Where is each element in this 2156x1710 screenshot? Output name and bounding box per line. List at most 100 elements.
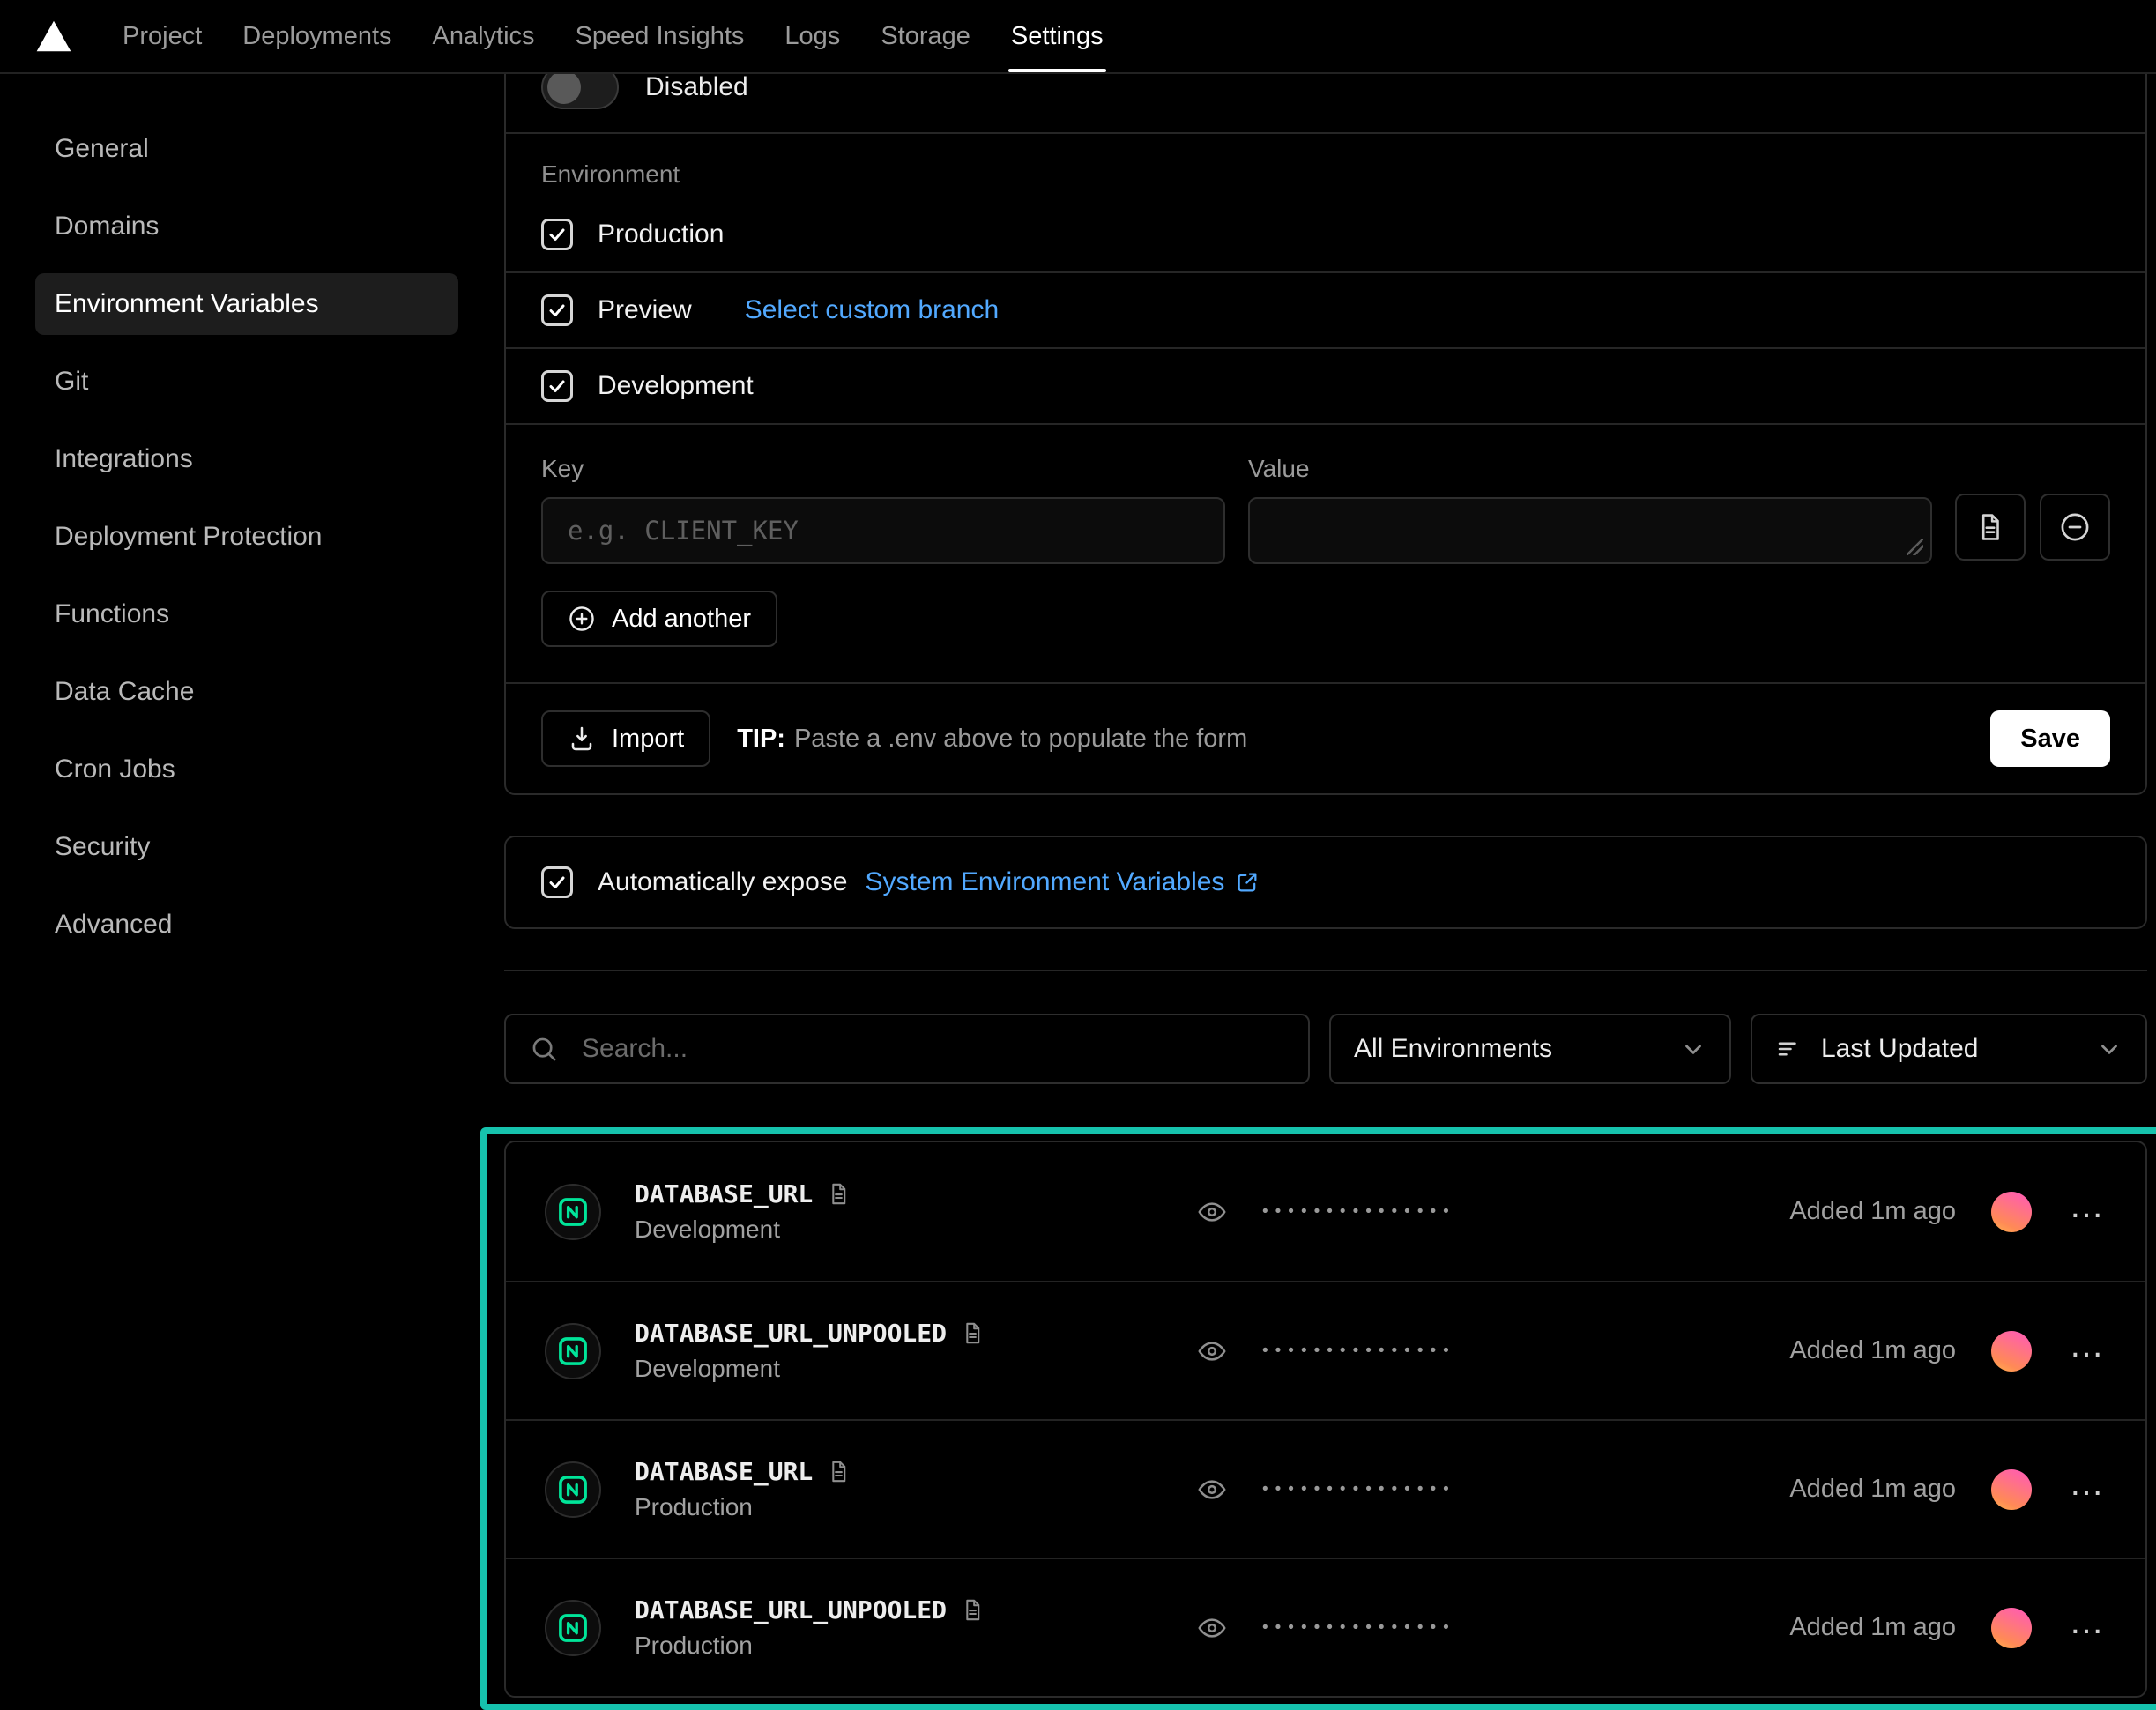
added-timestamp: Added 1m ago [1789,1336,1956,1365]
chevron-down-icon [1680,1036,1706,1062]
top-navigation: Project Deployments Analytics Speed Insi… [0,0,2156,74]
add-another-button[interactable]: Add another [541,591,777,647]
variable-environment: Production [635,1493,851,1521]
reveal-value-eye-icon[interactable] [1197,1475,1227,1505]
environments-filter-value: All Environments [1354,1034,1552,1064]
top-nav-tabs: Project Deployments Analytics Speed Insi… [102,0,1124,72]
system-env-expose-card: Automatically expose System Environment … [504,836,2147,929]
reveal-value-eye-icon[interactable] [1197,1613,1227,1643]
form-footer: Import TIP:Paste a .env above to populat… [506,684,2145,793]
neon-integration-icon [545,1323,601,1379]
variable-name: DATABASE_URL [635,1179,813,1208]
import-button[interactable]: Import [541,710,710,767]
sidebar-item-deployment-protection[interactable]: Deployment Protection [35,506,458,568]
added-timestamp: Added 1m ago [1789,1475,1956,1504]
development-label: Development [598,371,754,401]
sort-value: Last Updated [1821,1034,1978,1064]
sidebar-item-security[interactable]: Security [35,816,458,878]
vercel-logo-icon[interactable] [35,19,72,53]
key-input[interactable] [541,497,1225,564]
toggle-knob [547,71,581,104]
added-timestamp: Added 1m ago [1789,1197,1956,1226]
key-value-section: Key Value [506,425,2145,682]
variable-environment: Development [635,1355,985,1383]
remove-row-button[interactable] [2040,494,2110,561]
variable-environment: Development [635,1216,851,1244]
environment-section-label: Environment [506,134,2145,197]
plus-circle-icon [568,605,596,633]
note-file-icon [961,1321,985,1345]
expose-text: Automatically expose [598,867,847,897]
environment-option-preview: Preview Select custom branch [506,273,2145,347]
note-file-icon [961,1598,985,1622]
key-field-label: Key [541,455,1225,483]
external-link-icon [1235,870,1260,895]
preview-label: Preview [598,295,692,325]
nav-tab-logs[interactable]: Logs [764,0,860,72]
preview-checkbox[interactable] [541,294,573,326]
search-input[interactable] [504,1014,1310,1084]
development-checkbox[interactable] [541,370,573,402]
note-file-icon [827,1182,851,1206]
nav-tab-settings[interactable]: Settings [991,0,1124,72]
select-custom-branch-link[interactable]: Select custom branch [745,295,999,325]
masked-value: ••••••••••••••• [1262,1618,1456,1638]
sidebar-item-integrations[interactable]: Integrations [35,428,458,490]
nav-tab-analytics[interactable]: Analytics [413,0,555,72]
disabled-toggle-label: Disabled [645,72,748,102]
row-menu-button[interactable]: … [2069,1327,2107,1375]
paste-env-button[interactable] [1955,494,2026,561]
nav-tab-deployments[interactable]: Deployments [222,0,412,72]
settings-sidebar: General Domains Environment Variables Gi… [0,74,469,971]
sidebar-item-domains[interactable]: Domains [35,196,458,257]
sort-dropdown[interactable]: Last Updated [1751,1014,2147,1084]
nav-tab-project[interactable]: Project [102,0,222,72]
expose-system-env-checkbox[interactable] [541,866,573,898]
section-divider [504,970,2147,971]
user-avatar [1991,1192,2032,1232]
reveal-value-eye-icon[interactable] [1197,1197,1227,1227]
neon-integration-icon [545,1184,601,1240]
add-another-label: Add another [612,605,751,634]
import-download-icon [568,725,596,753]
sidebar-item-cron-jobs[interactable]: Cron Jobs [35,739,458,800]
nav-tab-speed-insights[interactable]: Speed Insights [555,0,765,72]
env-var-row: DATABASE_URL Production ••••••••••••••• … [506,1419,2145,1558]
neon-integration-icon [545,1461,601,1518]
sidebar-item-functions[interactable]: Functions [35,584,458,645]
environment-variables-list: DATABASE_URL Development •••••••••••••••… [504,1141,2147,1698]
env-var-row: DATABASE_URL_UNPOOLED Production •••••••… [506,1558,2145,1696]
sidebar-item-general[interactable]: General [35,118,458,180]
masked-value: ••••••••••••••• [1262,1480,1456,1499]
user-avatar [1991,1469,2032,1510]
variable-environment: Production [635,1632,985,1660]
production-checkbox[interactable] [541,219,573,250]
reveal-value-eye-icon[interactable] [1197,1336,1227,1366]
filter-row: All Environments Last Updated [504,1014,2147,1084]
note-file-icon [827,1460,851,1483]
row-menu-button[interactable]: … [2069,1466,2107,1513]
production-label: Production [598,219,724,249]
variable-name: DATABASE_URL_UNPOOLED [635,1595,947,1624]
sidebar-item-advanced[interactable]: Advanced [35,894,458,955]
environment-variables-panel: Disabled Environment Production Preview … [469,74,2156,1698]
user-avatar [1991,1608,2032,1648]
variable-name: DATABASE_URL_UNPOOLED [635,1319,947,1348]
save-button[interactable]: Save [1990,710,2110,767]
sidebar-item-data-cache[interactable]: Data Cache [35,661,458,723]
nav-tab-storage[interactable]: Storage [860,0,991,72]
neon-integration-icon [545,1600,601,1656]
system-env-variables-link[interactable]: System Environment Variables [865,867,1260,897]
masked-value: ••••••••••••••• [1262,1342,1456,1361]
value-input[interactable] [1248,497,1932,564]
variable-name: DATABASE_URL [635,1457,813,1486]
row-menu-button[interactable]: … [2069,1188,2107,1236]
row-menu-button[interactable]: … [2069,1604,2107,1652]
sidebar-item-git[interactable]: Git [35,351,458,413]
add-variable-card: Disabled Environment Production Preview … [504,33,2147,795]
user-avatar [1991,1331,2032,1372]
environments-filter-dropdown[interactable]: All Environments [1329,1014,1731,1084]
sidebar-item-environment-variables[interactable]: Environment Variables [35,273,458,335]
environment-option-development: Development [506,349,2145,423]
value-field-label: Value [1248,455,1932,483]
